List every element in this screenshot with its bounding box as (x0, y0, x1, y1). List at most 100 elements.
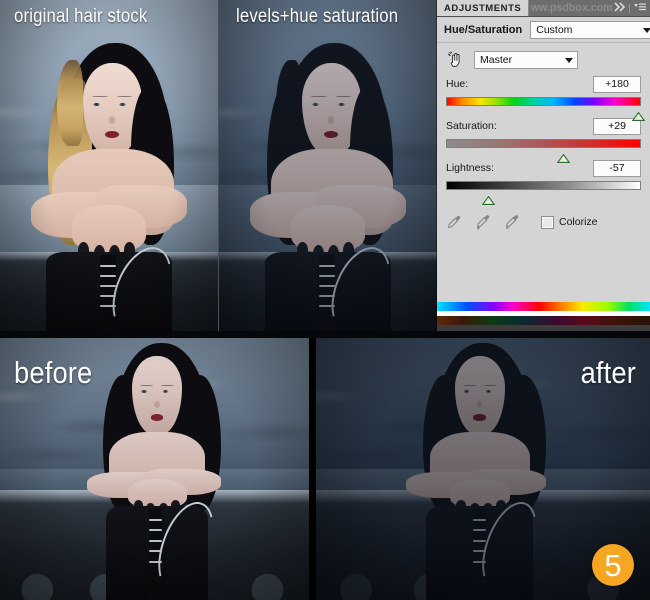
double-chevron-right-icon[interactable] (614, 0, 626, 17)
divider-top-photos (218, 0, 219, 331)
figure-head (132, 356, 182, 435)
sword-rung (319, 264, 335, 267)
slider-lightness-thumb[interactable] (482, 192, 496, 205)
figure-brow-left (140, 384, 154, 386)
panel-tab-bar: ADJUSTMENTS ww.psdbox.com (437, 0, 650, 17)
eyedropper-subtract-icon[interactable] (504, 214, 520, 230)
preset-select[interactable]: Custom (530, 20, 650, 39)
figure-lips (150, 414, 164, 421)
sword-rung (100, 264, 116, 267)
photo-original-hair-stock (0, 0, 218, 331)
slider-saturation-head: Saturation: +29 (446, 117, 641, 135)
figure-eye-left (463, 390, 470, 393)
sword-rung (149, 529, 162, 532)
figure-brow-right (335, 96, 352, 98)
colorize-label: Colorize (559, 216, 598, 228)
slider-lightness-label: Lightness: (446, 162, 494, 174)
sword-rung (319, 284, 335, 287)
colorize-control[interactable]: Colorize (541, 215, 598, 229)
slider-hue-label: Hue: (446, 78, 469, 90)
watermark-text: ww.psdbox.com (530, 2, 613, 14)
panel-tab-icons (614, 0, 650, 16)
figure-brow-right (161, 384, 174, 386)
slider-saturation-label: Saturation: (446, 120, 497, 132)
tab-adjustments[interactable]: ADJUSTMENTS (437, 0, 530, 16)
slider-lightness-track[interactable] (446, 181, 641, 205)
figure-eye-right (163, 390, 169, 393)
slider-lightness-head: Lightness: -57 (446, 159, 641, 177)
figure-eye-right (338, 102, 345, 106)
figure-head (454, 356, 505, 435)
caption-after: after (580, 355, 636, 390)
adjustments-panel: ADJUSTMENTS ww.psdbox.com Hue/Saturation… (437, 0, 650, 331)
figure-lips (473, 414, 486, 421)
sword-rung (319, 274, 335, 277)
figure-nose (476, 401, 483, 409)
divider-horizontal (0, 331, 650, 338)
step-badge: 5 (592, 544, 634, 586)
slider-saturation: Saturation: +29 (437, 106, 650, 163)
slider-lightness: Lightness: -57 (437, 148, 650, 205)
panel-menu-icon[interactable] (633, 0, 647, 17)
slider-hue-thumb[interactable] (631, 108, 646, 121)
sword-rung (472, 539, 487, 542)
caption-before: before (14, 355, 93, 390)
screenshot-root: original hair stock levels+hue saturatio… (0, 0, 650, 600)
tools-row: Colorize (437, 214, 650, 230)
sword-rung (100, 274, 116, 277)
spectrum-bars (437, 302, 650, 331)
photo-levels-hue-saturation (219, 0, 437, 331)
slider-hue: Hue: +180 (437, 72, 650, 121)
slider-lightness-value[interactable]: -57 (593, 159, 641, 177)
panel-icon-separator (629, 3, 630, 13)
chevron-down-icon (643, 27, 650, 33)
slider-saturation-track[interactable] (446, 139, 641, 163)
figure-brow-left (92, 96, 108, 98)
tab-adjustments-label: ADJUSTMENTS (444, 2, 522, 14)
caption-original-hair-stock: original hair stock (14, 6, 148, 27)
figure-nose (327, 115, 335, 125)
sword-rung (472, 529, 487, 532)
figure-lips (323, 130, 339, 138)
divider-bottom-photos (309, 338, 316, 600)
on-image-adjustment-hand-icon[interactable] (446, 50, 465, 69)
channel-select-value: Master (480, 53, 513, 66)
colorize-checkbox[interactable] (541, 215, 554, 229)
figure-nose (108, 115, 116, 125)
panel-title: Hue/Saturation (444, 23, 523, 36)
figure-brow-right (483, 384, 497, 386)
figure-nose (154, 401, 160, 409)
figure-hair-blonde-strand (56, 59, 83, 146)
figure-lips (104, 130, 120, 138)
slider-saturation-thumb[interactable] (556, 150, 571, 163)
spectrum-bar-output (437, 316, 650, 325)
panel-title-row: Hue/Saturation Custom (437, 17, 650, 43)
sword-rung (100, 284, 116, 287)
figure-eye-left (93, 102, 100, 106)
channel-row: Master (437, 43, 650, 72)
figure-eye-left (312, 102, 319, 106)
preset-select-value: Custom (536, 23, 573, 36)
figure-eye-left (141, 390, 147, 393)
figure-brow-left (462, 384, 476, 386)
figure-brow-right (116, 96, 133, 98)
spectrum-bar-input (437, 302, 650, 311)
eyedropper-icon[interactable] (446, 214, 462, 230)
photo-figure (0, 0, 218, 331)
figure-eye-right (485, 390, 492, 393)
figure-hair-recolored-strand (275, 59, 302, 146)
slider-hue-value[interactable]: +180 (593, 75, 641, 93)
sword-rung (149, 518, 162, 521)
step-badge-number: 5 (604, 547, 622, 583)
sword-rung (149, 539, 162, 542)
figure-brow-left (311, 96, 327, 98)
figure-eye-right (119, 102, 126, 106)
eyedropper-add-icon[interactable] (475, 214, 491, 230)
panel-footer-bar (437, 325, 650, 331)
sword-rung (472, 518, 487, 521)
slider-hue-head: Hue: +180 (446, 75, 641, 93)
channel-select[interactable]: Master (474, 50, 578, 69)
chevron-down-icon (565, 57, 573, 63)
slider-hue-track[interactable] (446, 97, 646, 121)
caption-levels-hue-saturation: levels+hue saturation (236, 6, 399, 27)
